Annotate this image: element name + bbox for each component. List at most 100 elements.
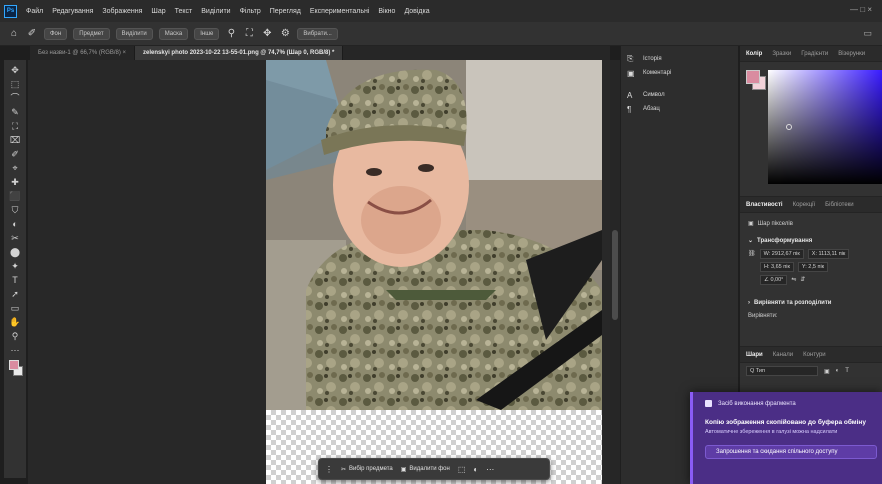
frame-tool-icon[interactable]: ⌧ bbox=[7, 134, 23, 146]
menu-window[interactable]: Вікно bbox=[378, 8, 395, 15]
height-field[interactable]: H: 3,65 пік bbox=[760, 261, 794, 272]
type-tool-icon[interactable]: T bbox=[7, 274, 23, 286]
crop-tool-icon[interactable]: ⛶ bbox=[7, 120, 23, 132]
panel-paragraph[interactable]: ¶ Абзац bbox=[621, 102, 738, 116]
select-subject-button[interactable]: ✂ Вибір предмета bbox=[341, 466, 393, 473]
quick-selection-tool-icon[interactable]: ✎ bbox=[7, 106, 23, 118]
eraser-tool-icon[interactable]: ◐ bbox=[7, 218, 23, 230]
search-icon[interactable]: ⚲ bbox=[225, 28, 237, 39]
panel-comments[interactable]: ▣ Коментарі bbox=[621, 66, 738, 80]
marquee-tool-icon[interactable]: ⬚ bbox=[7, 78, 23, 90]
tab-patterns[interactable]: Візерунки bbox=[838, 51, 865, 57]
remove-background-button[interactable]: ▣ Видалити фон bbox=[401, 466, 450, 473]
option-button-subject[interactable]: Предмет bbox=[73, 27, 110, 40]
tab-layers[interactable]: Шари bbox=[746, 352, 763, 358]
tab-color[interactable]: Колір bbox=[746, 51, 762, 57]
layer-filter-input[interactable]: Q Тип bbox=[746, 366, 818, 376]
y-field[interactable]: Y: 2,5 пік bbox=[797, 261, 829, 272]
clone-stamp-tool-icon[interactable]: ⬛ bbox=[7, 190, 23, 202]
home-icon[interactable]: ⌂ bbox=[8, 28, 20, 39]
align-title: Вирівняти та розподілити bbox=[754, 299, 832, 306]
tab-paths[interactable]: Контури bbox=[803, 352, 826, 358]
tab-swatches[interactable]: Зразки bbox=[772, 51, 791, 57]
move-icon[interactable]: ✥ bbox=[261, 28, 273, 39]
tab-active-photo[interactable]: zelenskyi photo 2023-10-22 13-55-01.png … bbox=[135, 46, 344, 60]
drag-handle-icon[interactable]: ⋮ bbox=[325, 465, 333, 474]
menu-image[interactable]: Зображення bbox=[102, 8, 142, 15]
spot-healing-tool-icon[interactable]: ⌖ bbox=[7, 162, 23, 174]
path-selection-tool-icon[interactable]: ➚ bbox=[7, 288, 23, 300]
image-filter-icon[interactable]: ▣ bbox=[824, 368, 830, 375]
foreground-color-swatch[interactable] bbox=[9, 360, 19, 370]
transform-icon[interactable]: ⬚ bbox=[458, 465, 466, 474]
more-options-icon[interactable]: ⋯ bbox=[486, 465, 494, 474]
type-filter-icon[interactable]: T bbox=[845, 368, 849, 374]
transform-section-header[interactable]: ⌄ Трансформування bbox=[740, 234, 882, 247]
option-button-background[interactable]: Фон bbox=[44, 27, 68, 40]
rectangle-tool-icon[interactable]: ▭ bbox=[7, 302, 23, 314]
panel-paragraph-label: Абзац bbox=[643, 106, 660, 112]
lasso-tool-icon[interactable]: ⌒ bbox=[7, 92, 23, 104]
blur-tool-icon[interactable]: ⬤ bbox=[7, 246, 23, 258]
x-field[interactable]: X: 1113,11 пік bbox=[807, 248, 850, 259]
option-button-select[interactable]: Виділити bbox=[115, 27, 153, 40]
settings-icon[interactable]: ⚙ bbox=[279, 28, 291, 39]
menu-experimental[interactable]: Експериментальні bbox=[310, 8, 370, 15]
photo-layer[interactable] bbox=[266, 60, 602, 410]
option-select-more[interactable]: Вибрати... bbox=[297, 27, 338, 40]
adjustment-filter-icon[interactable]: ◐ bbox=[836, 368, 840, 374]
workspace-icon[interactable]: ▭ bbox=[863, 28, 872, 39]
pixel-layer-icon: ▣ bbox=[748, 221, 754, 227]
link-icon[interactable]: ⛓ bbox=[748, 250, 756, 257]
menu-help[interactable]: Довідка bbox=[404, 8, 429, 15]
option-button-other[interactable]: Інше bbox=[194, 27, 220, 40]
tab-channels[interactable]: Канали bbox=[773, 352, 793, 358]
zoom-tool-icon[interactable]: ⚲ bbox=[7, 330, 23, 342]
scrollbar-thumb[interactable] bbox=[612, 230, 618, 320]
width-field[interactable]: W: 2912,67 пік bbox=[759, 248, 804, 259]
photoshop-logo-icon[interactable]: Ps bbox=[4, 4, 17, 18]
menu-type[interactable]: Текст bbox=[175, 8, 193, 15]
color-swatches[interactable] bbox=[7, 360, 23, 378]
tab-properties[interactable]: Властивості bbox=[746, 202, 783, 208]
canvas-vertical-scrollbar[interactable] bbox=[610, 60, 620, 484]
chevron-right-icon: › bbox=[748, 299, 750, 306]
flip-vertical-icon[interactable]: ⇵ bbox=[800, 276, 805, 283]
more-tools-icon[interactable]: ⋯ bbox=[7, 344, 23, 356]
menu-filter[interactable]: Фільтр bbox=[240, 8, 261, 15]
tab-adjustments[interactable]: Корекції bbox=[793, 202, 816, 208]
tab-libraries[interactable]: Бібліотеки bbox=[825, 202, 853, 208]
color-picker-cursor[interactable] bbox=[786, 124, 792, 130]
layer-type-label: Шар пікселів bbox=[757, 220, 793, 227]
move-tool-icon[interactable]: ✥ bbox=[7, 64, 23, 76]
align-section-header[interactable]: › Вирівняти та розподілити bbox=[740, 296, 882, 309]
flip-horizontal-icon[interactable]: ⇋ bbox=[791, 276, 796, 283]
menu-layer[interactable]: Шар bbox=[151, 8, 165, 15]
hand-tool-icon[interactable]: ✋ bbox=[7, 316, 23, 328]
panel-character[interactable]: A Символ bbox=[621, 88, 738, 102]
menu-select[interactable]: Виділити bbox=[201, 8, 230, 15]
dodge-tool-icon[interactable]: ✦ bbox=[7, 260, 23, 272]
history-brush-tool-icon[interactable]: ⛉ bbox=[7, 204, 23, 216]
eyedropper-tool-icon[interactable]: ✐ bbox=[7, 148, 23, 160]
quick-selection-tool-icon[interactable]: ✐ bbox=[26, 28, 38, 39]
tab-gradients[interactable]: Градієнти bbox=[801, 51, 828, 57]
brush-tool-icon[interactable]: ✚ bbox=[7, 176, 23, 188]
option-button-mask[interactable]: Маска bbox=[158, 27, 189, 40]
toast-heading: Копію зображення скопійовано до буфера о… bbox=[705, 419, 866, 426]
window-controls[interactable]: — □ × bbox=[850, 5, 872, 14]
menu-file[interactable]: Файл bbox=[26, 8, 43, 15]
menu-view[interactable]: Перегляд bbox=[270, 8, 301, 15]
panel-history[interactable]: ⎘ Історія bbox=[621, 52, 738, 66]
document-canvas[interactable] bbox=[266, 60, 602, 484]
gradient-tool-icon[interactable]: ✂ bbox=[7, 232, 23, 244]
angle-field[interactable]: ∠ 0,00° bbox=[760, 274, 788, 285]
color-picker-field[interactable] bbox=[768, 70, 882, 184]
tab-untitled[interactable]: Без назви-1 @ 66,7% (RGB/8) × bbox=[30, 46, 136, 60]
properties-panel: Властивості Корекції Бібліотеки ▣ Шар пі… bbox=[740, 196, 882, 346]
menu-edit[interactable]: Редагування bbox=[52, 8, 93, 15]
foreground-color-preview[interactable] bbox=[746, 70, 760, 84]
adjust-icon[interactable]: ◐ bbox=[473, 465, 478, 474]
toast-action-button[interactable]: Запрошення та скидання спільного доступу bbox=[705, 445, 877, 459]
frame-icon[interactable]: ⛶ bbox=[243, 28, 255, 39]
